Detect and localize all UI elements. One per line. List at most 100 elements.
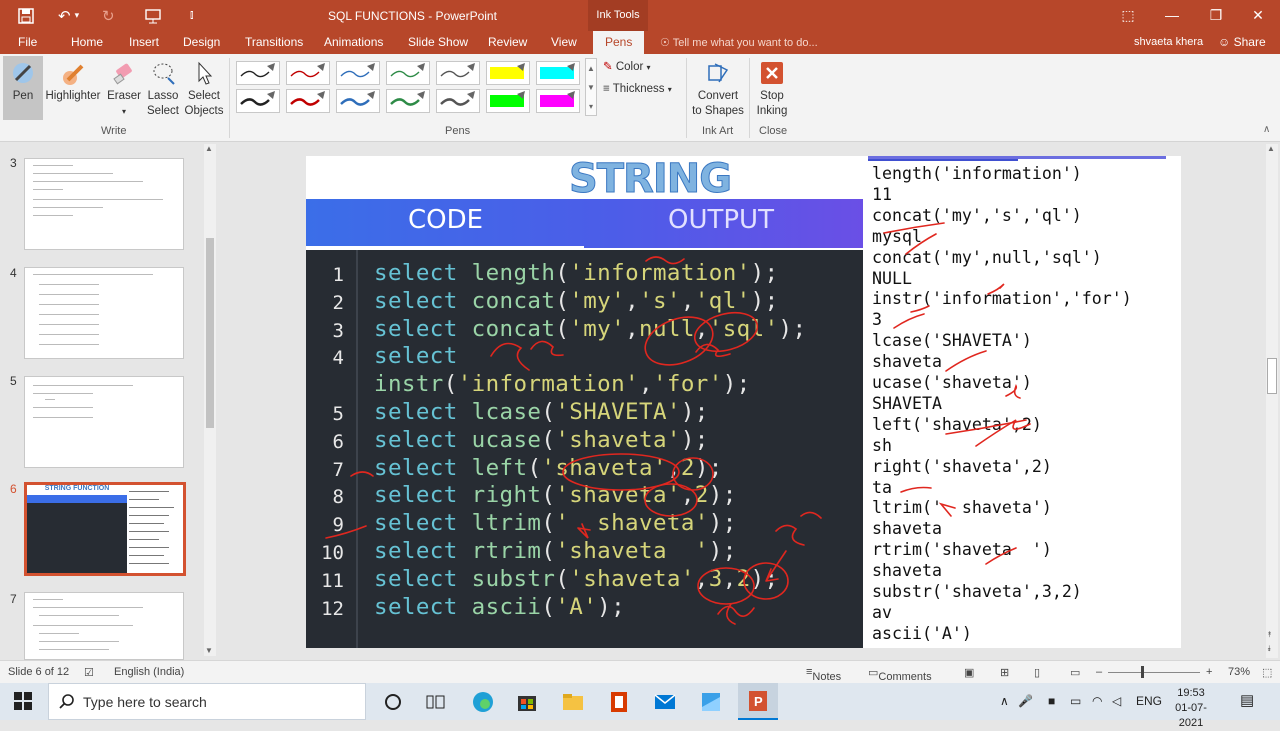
slide-thumbnail-7[interactable] [24,592,184,660]
prev-slide-icon[interactable]: ⯭ [1267,630,1272,640]
store-icon[interactable] [514,689,540,715]
pen-swatch[interactable] [436,61,480,85]
tab-pens[interactable]: Pens [593,31,645,54]
stop-inking-button[interactable]: Stop Inking [752,58,792,119]
pen-swatch[interactable] [436,89,480,113]
edge-icon[interactable] [470,689,496,715]
pen-swatch[interactable] [286,89,330,113]
pen-button[interactable]: Pen [6,58,40,104]
cortana-icon[interactable] [380,689,406,715]
thickness-dropdown[interactable]: ≡ Thickness ▾ [603,82,672,97]
scroll-thumb[interactable] [1267,358,1277,394]
zoom-slider[interactable] [1108,672,1200,673]
normal-view-icon[interactable]: ▣ [964,666,974,679]
undo-icon[interactable]: ↶ ▾ [58,0,79,31]
zoom-level[interactable]: 73% [1228,666,1250,678]
pen-gallery-scroll[interactable]: ▲ ▼ ▾ [585,58,597,116]
tab-slide-show[interactable]: Slide Show [408,35,468,49]
close-icon[interactable]: ✕ [1236,0,1280,31]
spellcheck-icon[interactable]: ☑ [84,666,94,679]
collapse-ribbon-icon[interactable]: ∧ [1263,124,1270,135]
pen-swatch[interactable] [336,61,380,85]
present-icon[interactable] [144,0,162,31]
office-icon[interactable] [606,689,632,715]
tab-review[interactable]: Review [488,35,527,49]
output-line: lcase('SHAVETA') [872,331,1032,351]
redo-icon[interactable]: ↻ [102,0,115,31]
tell-me-search[interactable]: ☉ Tell me what you want to do... [660,36,818,49]
minimize-icon[interactable]: — [1150,0,1194,31]
stop-label-2: Inking [756,105,788,117]
slide-canvas[interactable]: STRING FUNCTION CODE OUTPUT 1 select leng… [306,156,1181,648]
tab-insert[interactable]: Insert [129,35,159,49]
language-status[interactable]: English (India) [114,666,184,678]
tab-file[interactable]: File [18,35,37,49]
comments-button[interactable]: ▭ Comments [868,666,932,683]
highlighter-button[interactable]: Highlighter [44,58,102,104]
pen-swatch[interactable] [536,89,580,113]
pen-swatch[interactable] [236,61,280,85]
slide-scrollbar[interactable]: ▲ ⯭ ⯯ [1266,144,1278,658]
volume-icon[interactable]: ◁ [1112,694,1121,708]
code-token: 'shaveta' [569,565,695,592]
pen-swatch[interactable] [386,61,430,85]
pen-swatch[interactable] [486,61,530,85]
input-language[interactable]: ENG [1136,694,1162,708]
pen-swatch[interactable] [236,89,280,113]
scroll-thumb[interactable] [206,238,214,428]
ribbon-display-icon[interactable]: ⬚ [1106,0,1150,31]
notes-button[interactable]: ≡ Notes [806,666,841,683]
code-token: select [374,482,458,509]
scroll-up-icon[interactable]: ▲ [205,144,213,153]
save-icon[interactable] [18,0,34,31]
convert-to-shapes-button[interactable]: Convert to Shapes [690,58,746,119]
slide-thumbnail-3[interactable] [24,158,184,250]
slide-thumbnail-4[interactable] [24,267,184,359]
mail-icon[interactable] [652,689,678,715]
task-view-icon[interactable] [422,689,448,715]
powerpoint-taskbar-button[interactable]: P [738,683,778,720]
slide-sorter-icon[interactable]: ⊞ [1000,666,1009,679]
slide-thumbnail-5[interactable] [24,376,184,468]
app-icon[interactable] [698,689,724,715]
tab-transitions[interactable]: Transitions [245,35,303,49]
windows-start-icon[interactable] [14,692,32,713]
zoom-in-icon[interactable]: + [1206,666,1212,678]
tray-chevron-icon[interactable]: ∧ [1000,694,1009,708]
fit-to-window-icon[interactable]: ⬚ [1262,666,1272,679]
tab-view[interactable]: View [551,35,577,49]
pen-swatch[interactable] [386,89,430,113]
lasso-select-button[interactable]: Lasso Select [145,58,181,119]
thumbnail-scrollbar[interactable]: ▲ ▼ [204,144,216,656]
restore-icon[interactable]: ❐ [1194,0,1238,31]
zoom-out-icon[interactable]: – [1096,666,1102,678]
next-slide-icon[interactable]: ⯯ [1267,644,1272,654]
customize-qat-icon[interactable]: ⫾ [190,0,194,31]
clock[interactable]: 19:53 01-07-2021 [1166,686,1216,731]
zoom-slider-thumb[interactable] [1141,666,1144,678]
microphone-icon[interactable]: 🎤 [1018,694,1033,708]
slideshow-view-icon[interactable]: ▭ [1070,666,1080,679]
user-name[interactable]: shvaeta khera [1134,36,1203,48]
pen-swatch[interactable] [536,61,580,85]
scroll-up-icon[interactable]: ▲ [1267,144,1275,153]
tab-design[interactable]: Design [183,35,220,49]
pen-swatch[interactable] [286,61,330,85]
camera-icon[interactable]: ■ [1048,694,1055,708]
scroll-down-icon[interactable]: ▼ [205,646,213,655]
wifi-icon[interactable]: ◠ [1092,694,1102,708]
pen-swatch[interactable] [336,89,380,113]
tab-animations[interactable]: Animations [324,35,383,49]
tab-home[interactable]: Home [71,35,103,49]
select-objects-button[interactable]: Select Objects [183,58,225,119]
eraser-button[interactable]: Eraser ▾ [104,58,144,119]
taskbar-search-box[interactable]: Type here to search [48,683,366,720]
slide-thumbnail-6-selected[interactable]: STRING FUNCTION [24,482,186,576]
pen-swatch[interactable] [486,89,530,113]
color-dropdown[interactable]: ✎ Color ▾ [603,60,651,75]
file-explorer-icon[interactable] [560,689,586,715]
battery-icon[interactable]: ▭ [1070,694,1081,708]
share-button[interactable]: ☺ Share [1218,35,1266,49]
reading-view-icon[interactable]: ▯ [1034,666,1040,679]
notifications-icon[interactable]: ▤ [1240,691,1254,709]
